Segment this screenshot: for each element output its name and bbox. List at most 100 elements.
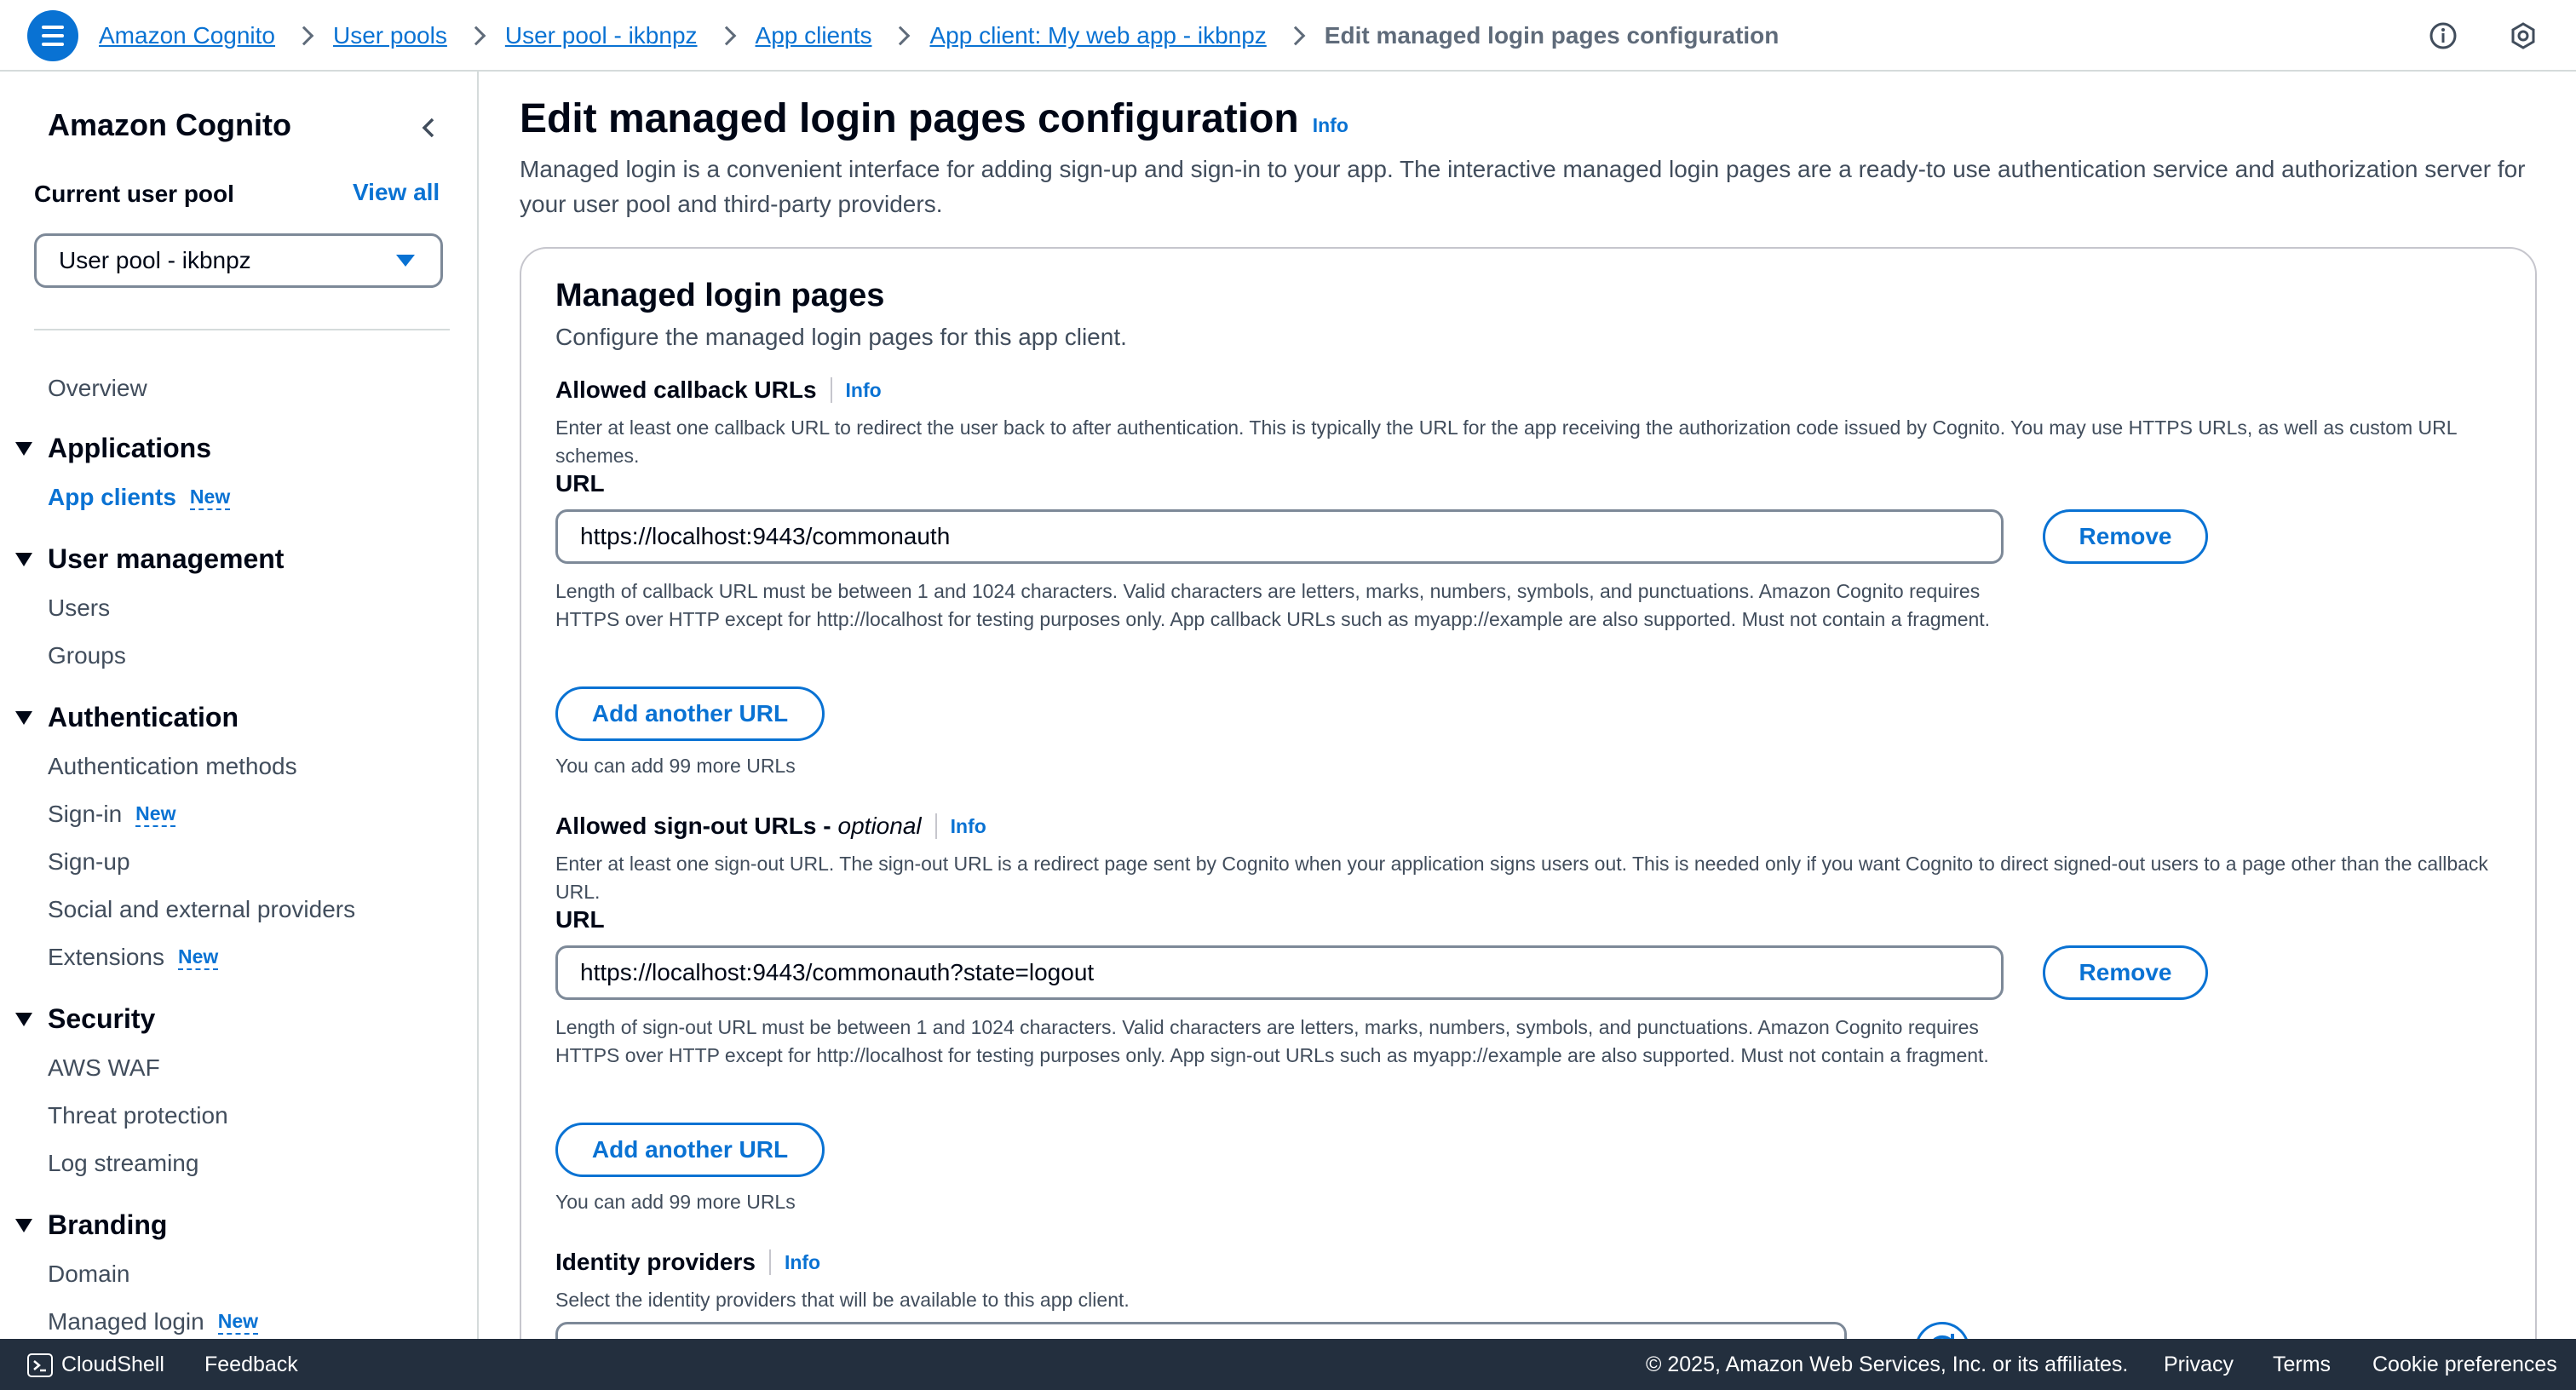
collapse-sidebar-button[interactable] [416, 114, 443, 141]
signout-urls-description: Enter at least one sign-out URL. The sig… [555, 853, 2488, 903]
callback-url-input[interactable]: https://localhost:9443/commonauth [555, 509, 2004, 564]
sidebar-item-label: App clients [48, 484, 176, 510]
sidebar-section-authentication[interactable]: Authentication [15, 702, 239, 733]
sidebar-item-managed-login[interactable]: Managed login New [48, 1308, 258, 1335]
new-badge: New [177, 945, 219, 970]
breadcrumb: Amazon Cognito User pools User pool - ik… [99, 17, 1779, 55]
chevron-left-icon [422, 118, 434, 138]
caret-down-icon [15, 1218, 32, 1232]
info-link[interactable]: Info [1313, 114, 1348, 137]
sidebar-item-aws-waf[interactable]: AWS WAF [48, 1054, 160, 1082]
app-root: Amazon Cognito User pools User pool - ik… [0, 0, 2576, 1390]
sidebar-item-sign-in[interactable]: Sign-in New [48, 801, 176, 828]
field-label-text: Identity providers [555, 1249, 756, 1275]
new-badge: New [217, 1309, 258, 1335]
refresh-button[interactable] [1915, 1322, 1969, 1339]
user-pool-select-value: User pool - ikbnpz [59, 247, 251, 273]
terms-link[interactable]: Terms [2273, 1353, 2331, 1377]
breadcrumb-link-app-client[interactable]: App client: My web app - ikbnpz [929, 17, 1266, 55]
page-description: Managed login is a convenient interface … [520, 156, 2526, 217]
privacy-link[interactable]: Privacy [2164, 1353, 2234, 1377]
signout-url-hint: Length of sign-out URL must be between 1… [555, 1016, 1989, 1066]
view-all-link[interactable]: View all [353, 179, 440, 206]
sidebar-item-social-providers[interactable]: Social and external providers [48, 896, 355, 923]
menu-icon [42, 23, 64, 49]
breadcrumb-link-amazon-cognito[interactable]: Amazon Cognito [99, 17, 275, 55]
signout-url-label: URL [555, 906, 605, 933]
identity-providers-label: Identity providers Info [555, 1249, 820, 1276]
breadcrumb-link-user-pools[interactable]: User pools [333, 17, 447, 55]
cloudshell-button[interactable]: CloudShell [27, 1353, 164, 1378]
section-label: User management [48, 543, 285, 574]
cloudshell-label: CloudShell [61, 1353, 164, 1376]
sidebar-item-app-clients[interactable]: App clients New [48, 484, 231, 511]
caret-down-icon [15, 441, 32, 456]
sidebar-item-domain[interactable]: Domain [48, 1261, 129, 1288]
sidebar-item-label: Sign-in [48, 801, 123, 827]
main-content: Edit managed login pages configuration I… [480, 72, 2576, 1339]
info-link[interactable]: Info [846, 379, 882, 402]
managed-login-pages-container: Managed login pages Configure the manage… [520, 247, 2537, 1339]
field-label-text: Allowed sign-out URLs - [555, 813, 831, 839]
caret-down-icon [15, 1012, 32, 1026]
identity-providers-select[interactable]: Select identity providers [555, 1322, 1847, 1339]
sidebar-item-sign-up[interactable]: Sign-up [48, 848, 130, 876]
copyright-text: © 2025, Amazon Web Services, Inc. or its… [1646, 1353, 2129, 1376]
hexagon-settings-icon[interactable] [2506, 19, 2540, 53]
breadcrumb-link-app-clients[interactable]: App clients [756, 17, 872, 55]
add-signout-url-button[interactable]: Add another URL [555, 1123, 825, 1177]
chevron-right-icon [466, 26, 486, 46]
sidebar-item-overview[interactable]: Overview [48, 375, 147, 402]
sidebar-item-label: Managed login [48, 1308, 204, 1335]
add-callback-url-button[interactable]: Add another URL [555, 686, 825, 741]
callback-urls-label: Allowed callback URLs Info [555, 376, 882, 404]
section-label: Applications [48, 433, 212, 463]
signout-url-input[interactable]: https://localhost:9443/commonauth?state=… [555, 945, 2004, 1000]
caret-down-icon [396, 255, 415, 267]
chevron-right-icon [1285, 26, 1306, 46]
divider [934, 813, 937, 839]
sidebar-section-applications[interactable]: Applications [15, 433, 211, 464]
user-pool-select[interactable]: User pool - ikbnpz [34, 233, 443, 288]
breadcrumb-link-user-pool[interactable]: User pool - ikbnpz [505, 17, 698, 55]
new-badge: New [135, 801, 176, 827]
sidebar-item-authentication-methods[interactable]: Authentication methods [48, 753, 297, 780]
sidebar-section-branding[interactable]: Branding [15, 1209, 167, 1241]
top-navigation: Amazon Cognito User pools User pool - ik… [0, 0, 2576, 72]
sidebar-title[interactable]: Amazon Cognito [48, 107, 291, 143]
info-circle-icon[interactable] [2426, 19, 2460, 53]
page-title: Edit managed login pages configuration I… [520, 95, 1348, 142]
remove-signout-url-button[interactable]: Remove [2043, 945, 2208, 1000]
breadcrumb-current: Edit managed login pages configuration [1324, 22, 1780, 49]
new-badge: New [189, 485, 231, 510]
sidebar-item-threat-protection[interactable]: Threat protection [48, 1102, 228, 1129]
divider [830, 377, 832, 403]
cookie-preferences-link[interactable]: Cookie preferences [2372, 1353, 2557, 1377]
caret-down-icon [15, 552, 32, 566]
container-description: Configure the managed login pages for th… [555, 324, 1127, 350]
sidebar-item-extensions[interactable]: Extensions New [48, 944, 219, 971]
feedback-button[interactable]: Feedback [204, 1353, 298, 1377]
page-title-text: Edit managed login pages configuration [520, 96, 1299, 141]
signout-urls-label: Allowed sign-out URLs - optional Info [555, 813, 986, 840]
sidebar-section-security[interactable]: Security [15, 1003, 155, 1035]
info-link[interactable]: Info [785, 1251, 820, 1274]
terminal-icon [27, 1353, 53, 1378]
sidebar-item-log-streaming[interactable]: Log streaming [48, 1150, 198, 1177]
current-user-pool-label: Current user pool [34, 181, 234, 207]
info-link[interactable]: Info [951, 815, 986, 838]
callback-urls-description: Enter at least one callback URL to redir… [555, 416, 2457, 467]
sidebar-item-users[interactable]: Users [48, 594, 110, 622]
caret-down-icon [15, 710, 32, 725]
remove-callback-url-button[interactable]: Remove [2043, 509, 2208, 564]
section-label: Branding [48, 1209, 168, 1240]
footer: CloudShell Feedback © 2025, Amazon Web S… [0, 1339, 2576, 1390]
chevron-right-icon [294, 26, 314, 46]
section-label: Security [48, 1003, 156, 1034]
sidebar-divider [34, 329, 450, 330]
sidebar-item-label: Extensions [48, 944, 164, 970]
field-label-text: Allowed callback URLs [555, 376, 817, 403]
sidebar-item-groups[interactable]: Groups [48, 642, 126, 669]
sidebar-section-user-management[interactable]: User management [15, 543, 284, 575]
menu-button[interactable] [27, 10, 78, 61]
